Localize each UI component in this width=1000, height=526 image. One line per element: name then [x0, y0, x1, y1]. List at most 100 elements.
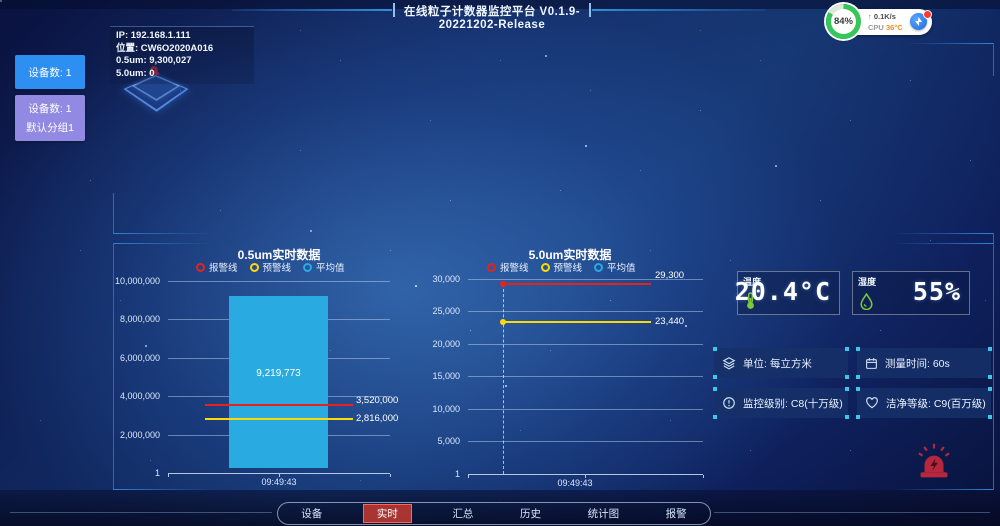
- monitor-level-tile: 监控级别: C8(十万级): [714, 388, 848, 418]
- chart2-hover-guide-line: [503, 284, 504, 474]
- humidity-value: 55%: [913, 277, 961, 306]
- tab-history[interactable]: 历史: [514, 505, 547, 522]
- chart2-ytick: 20,000: [402, 339, 460, 349]
- frame-right-vertical: [993, 233, 994, 490]
- measure-time-tile: 测量时间: 60s: [857, 348, 991, 378]
- cpu-temp-row: CPU 36°C: [868, 23, 903, 32]
- cpu-usage-gauge: 84%: [826, 4, 861, 39]
- header-bracket-left: [393, 3, 395, 17]
- chart2-ytick: 10,000: [402, 404, 460, 414]
- tab-alarms[interactable]: 报警: [660, 505, 693, 522]
- humidity-label: 湿度: [858, 275, 876, 288]
- chart1-warning-line: [205, 418, 353, 420]
- alarm-siren-icon[interactable]: [915, 443, 953, 481]
- axis-tick: [390, 474, 391, 477]
- chart2-xtick: 09:49:43: [540, 478, 610, 488]
- legend-item-average[interactable]: 平均值: [303, 260, 345, 274]
- gridline: [168, 281, 390, 282]
- chart2-warning-value: 23,440: [655, 316, 684, 327]
- chart1-legend[interactable]: 报警线 预警线 平均值: [196, 260, 345, 274]
- device-count-05um: 0.5um: 9,300,027: [116, 55, 248, 68]
- cpu-temp-value: 36°C: [886, 23, 903, 32]
- legend-alarm-label: 报警线: [209, 260, 238, 274]
- warning-legend-icon: [250, 263, 259, 272]
- dashboard-root: 在线粒子计数器监控平台 V0.1.9-20221202-Release 84% …: [0, 0, 1000, 526]
- chart1-alarm-line: [205, 404, 353, 406]
- average-legend-icon: [303, 263, 312, 272]
- alarm-legend-icon: [196, 263, 205, 272]
- chart2-alarm-point[interactable]: [500, 281, 506, 287]
- frame-left-top-vertical: [113, 193, 114, 233]
- measure-time-label: 测量时间: 60s: [885, 356, 950, 371]
- layers-icon: [722, 356, 736, 370]
- legend-average-label: 平均值: [607, 260, 636, 274]
- legend-item-alarm[interactable]: 报警线: [196, 260, 238, 274]
- net-speed-value: 0.1K/s: [874, 12, 896, 21]
- device-location: 位置: CW6O2020A016: [116, 43, 248, 56]
- chart2-warning-line: [503, 321, 651, 323]
- axis-tick: [703, 475, 704, 478]
- tab-devices[interactable]: 设备: [295, 505, 328, 522]
- chart2-ytick: 15,000: [402, 371, 460, 381]
- page-title: 在线粒子计数器监控平台 V0.1.9-20221202-Release: [396, 3, 588, 31]
- up-arrow-icon: ↑: [868, 12, 872, 21]
- axis-tick: [168, 474, 169, 477]
- frame-top-right-vertical: [993, 43, 994, 76]
- chart2-ytick: 25,000: [402, 306, 460, 316]
- clean-level-tile: 洁净等级: C9(百万级): [857, 388, 991, 418]
- chart2-legend[interactable]: 报警线 预警线 平均值: [487, 260, 636, 274]
- legend-alarm-label: 报警线: [500, 260, 529, 274]
- chart1-ytick: 4,000,000: [102, 391, 160, 401]
- cpu-usage-value: 84%: [831, 9, 856, 34]
- frame-right-bottom: [893, 489, 993, 490]
- device-group-button[interactable]: 设备数: 1 默认分组1: [15, 95, 85, 141]
- unit-tile: 单位: 每立方米: [714, 348, 848, 378]
- nav-line-right: [714, 512, 990, 513]
- frame-right-double-line-2: [893, 243, 993, 244]
- device-count-50um: 5.0um: 0: [116, 68, 248, 81]
- unit-label: 单位: 每立方米: [743, 356, 812, 371]
- device-count-label: 设备数: 1: [28, 65, 71, 80]
- chart1-xtick: 09:49:43: [244, 477, 314, 487]
- monitor-level-label: 监控级别: C8(十万级): [743, 396, 843, 411]
- notification-dot: [923, 10, 932, 19]
- cpu-label: CPU: [868, 23, 884, 32]
- frame-right-double-line-1: [893, 233, 993, 234]
- calendar-icon: [865, 357, 878, 370]
- tab-summary[interactable]: 汇总: [446, 505, 479, 522]
- frame-left-bottom: [113, 489, 213, 490]
- bar-05um-average[interactable]: [229, 296, 328, 468]
- header-bracket-right: [589, 3, 591, 17]
- humidity-panel: 湿度 55%: [852, 271, 970, 315]
- chart2-ytick: 30,000: [402, 274, 460, 284]
- device-info-tooltip: IP: 192.168.1.111 位置: CW6O2020A016 0.5um…: [110, 26, 254, 84]
- frame-left-double-line-2: [113, 243, 213, 244]
- tab-statistics[interactable]: 统计图: [582, 505, 626, 522]
- chart2-warning-point[interactable]: [500, 319, 506, 325]
- heart-icon: [865, 396, 879, 410]
- legend-item-alarm[interactable]: 报警线: [487, 260, 529, 274]
- clean-level-label: 洁净等级: C9(百万级): [886, 396, 986, 411]
- chart1-ytick: 8,000,000: [102, 314, 160, 324]
- chart2-alarm-line: [503, 283, 651, 285]
- axis-tick: [468, 475, 469, 478]
- header-line-left: [232, 9, 392, 11]
- alert-circle-icon: [722, 396, 736, 410]
- tab-realtime[interactable]: 实时: [363, 504, 412, 523]
- chart1-ytick: 2,000,000: [102, 430, 160, 440]
- chart1-ytick: 1: [102, 468, 160, 478]
- group-count-label: 设备数: 1: [28, 101, 71, 116]
- nav-line-left: [10, 512, 272, 513]
- warning-legend-icon: [541, 263, 550, 272]
- net-speed-row: ↑ 0.1K/s: [868, 12, 896, 21]
- chart1-warning-value: 2,816,000: [356, 413, 398, 424]
- frame-left-double-line-1: [113, 233, 213, 234]
- average-legend-icon: [594, 263, 603, 272]
- chart1-alarm-value: 3,520,000: [356, 395, 398, 406]
- legend-item-average[interactable]: 平均值: [594, 260, 636, 274]
- device-count-button[interactable]: 设备数: 1: [15, 55, 85, 89]
- legend-warning-label: 预警线: [263, 260, 292, 274]
- legend-item-warning[interactable]: 预警线: [541, 260, 583, 274]
- legend-item-warning[interactable]: 预警线: [250, 260, 292, 274]
- legend-average-label: 平均值: [316, 260, 345, 274]
